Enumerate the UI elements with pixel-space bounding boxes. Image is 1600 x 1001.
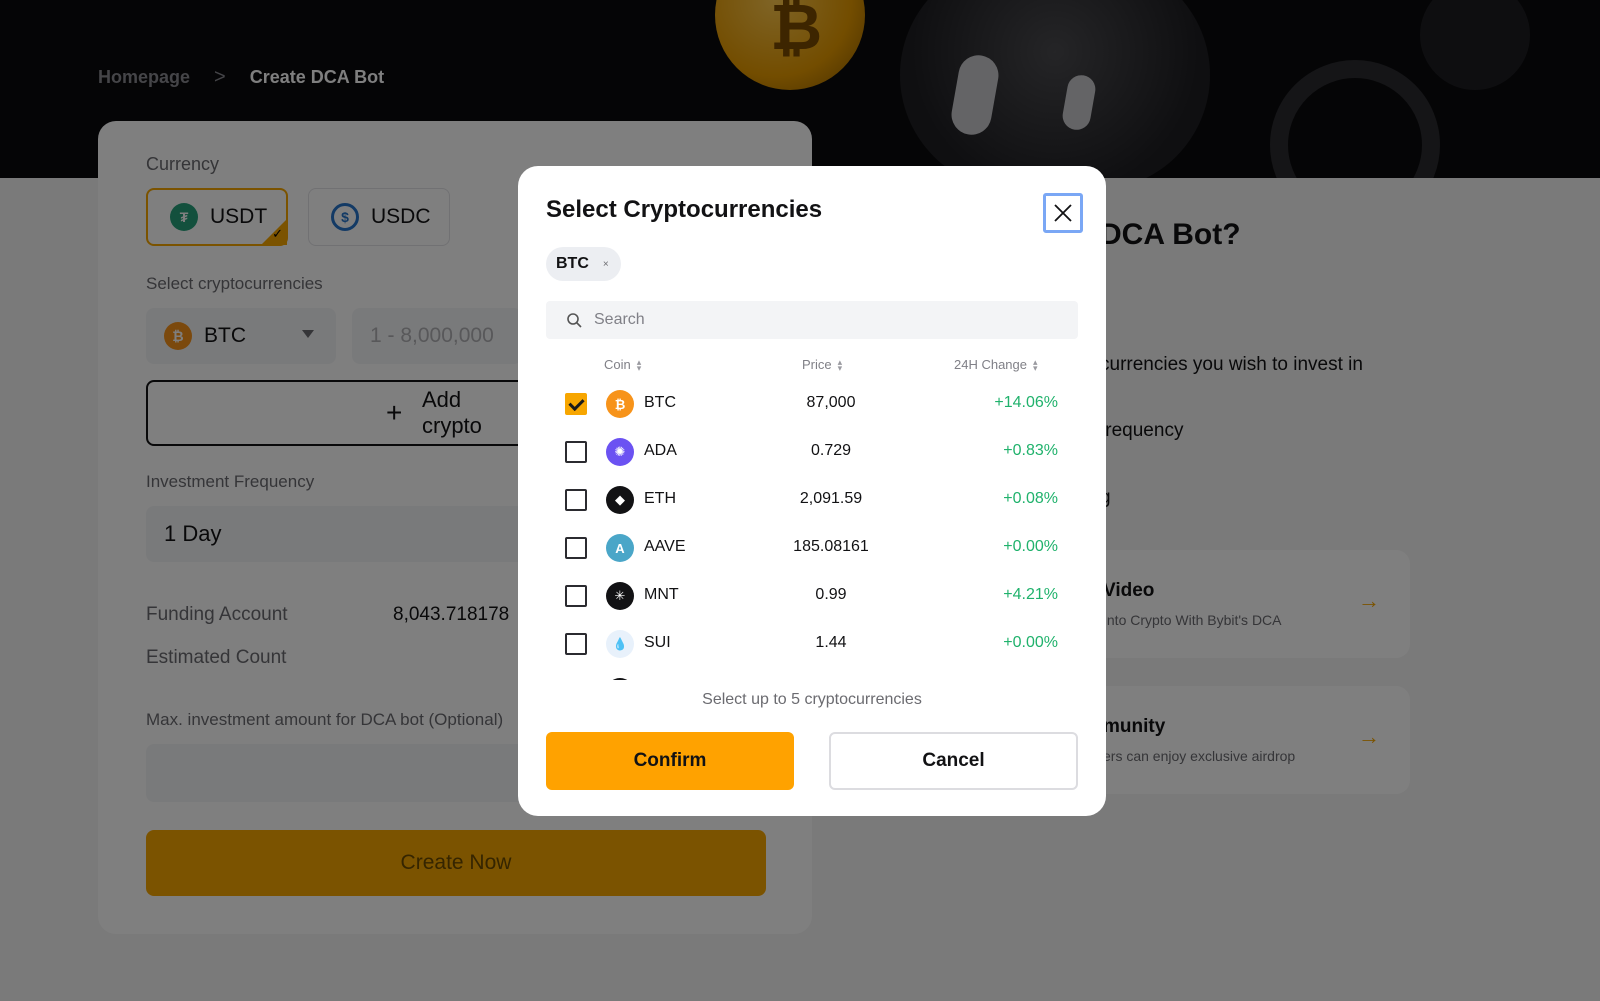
coin-24h-change: +0.08% <box>1003 490 1058 507</box>
coin-symbol: AAVE <box>644 538 686 555</box>
mantle-icon: ✳ <box>606 582 634 610</box>
coin-row-mnt[interactable]: ✳ MNT 0.99 +4.21% <box>546 572 1078 620</box>
coin-row-ada[interactable]: ✺ ADA 0.729 +0.83% <box>546 428 1078 476</box>
sui-icon: 💧 <box>606 630 634 658</box>
coin-symbol: BTC <box>644 394 676 411</box>
coin-checkbox[interactable] <box>565 441 587 463</box>
close-icon <box>1054 204 1072 222</box>
sort-icon: ▴ ▾ <box>636 356 642 373</box>
coin-price: 0.729 <box>810 442 852 459</box>
selection-limit-hint: Select up to 5 cryptocurrencies <box>702 691 922 708</box>
coin-24h-change: +0.00% <box>1003 538 1058 555</box>
column-price-label: Price <box>802 357 832 372</box>
column-change-label: 24H Change <box>954 357 1027 372</box>
coin-24h-change: +0.83% <box>1003 442 1058 459</box>
coin-list: ₿ BTC 87,000 +14.06% ✺ ADA 0.729 +0.83% ◆ ETH 2,09… <box>546 380 1078 680</box>
aptos-icon: ≡ <box>606 678 634 680</box>
coin-symbol: MNT <box>644 586 679 603</box>
close-button[interactable] <box>1043 193 1083 233</box>
coin-checkbox[interactable] <box>565 393 587 415</box>
coin-table-header: Coin ▴ ▾ Price ▴ ▾ 24H Change ▴ ▾ <box>546 354 1078 378</box>
coin-row-sui[interactable]: 💧 SUI 1.44 +0.00% <box>546 620 1078 668</box>
search-input[interactable]: Search <box>546 301 1078 339</box>
coin-price: 2,091.59 <box>799 490 863 507</box>
cardano-icon: ✺ <box>606 438 634 466</box>
coin-price: 1.44 <box>815 634 847 651</box>
select-crypto-modal: Select Cryptocurrencies BTC × Search Coi… <box>518 166 1106 816</box>
search-icon <box>567 313 582 328</box>
coin-checkbox[interactable] <box>565 489 587 511</box>
column-coin[interactable]: Coin ▴ ▾ <box>604 357 641 372</box>
chip-label: BTC <box>556 255 589 272</box>
coin-24h-change: +14.06% <box>994 394 1058 411</box>
coin-checkbox[interactable] <box>565 585 587 607</box>
coin-checkbox[interactable] <box>565 633 587 655</box>
column-price[interactable]: Price ▴ ▾ <box>802 357 842 372</box>
chip-remove-icon[interactable]: × <box>603 259 609 270</box>
selected-coin-chip: BTC × <box>546 247 621 281</box>
coin-symbol: ETH <box>644 490 676 507</box>
confirm-button[interactable]: Confirm <box>546 732 794 790</box>
sort-icon: ▴ ▾ <box>1033 356 1038 373</box>
sort-icon: ▴ ▾ <box>837 356 843 373</box>
coin-24h-change: +4.21% <box>1003 586 1058 603</box>
search-placeholder: Search <box>594 311 645 328</box>
modal-title: Select Cryptocurrencies <box>546 196 823 223</box>
coin-price: 0.99 <box>815 586 847 603</box>
coin-price: 87,000 <box>806 394 856 411</box>
coin-row-aave[interactable]: A AAVE 185.08161 +0.00% <box>546 524 1078 572</box>
ethereum-icon: ◆ <box>606 486 634 514</box>
aave-icon: A <box>606 534 634 562</box>
coin-symbol: ADA <box>644 442 677 459</box>
coin-checkbox[interactable] <box>565 537 587 559</box>
bitcoin-icon: ₿ <box>606 390 634 418</box>
column-change[interactable]: 24H Change ▴ ▾ <box>954 357 1038 372</box>
column-coin-label: Coin <box>604 357 631 372</box>
coin-row-btc[interactable]: ₿ BTC 87,000 +14.06% <box>546 380 1078 428</box>
coin-row-eth[interactable]: ◆ ETH 2,091.59 +0.08% <box>546 476 1078 524</box>
coin-24h-change: +0.00% <box>1003 634 1058 651</box>
coin-row-apt[interactable]: ≡APT12+0.00% <box>546 668 1078 680</box>
cancel-button[interactable]: Cancel <box>829 732 1078 790</box>
coin-price: 185.08161 <box>793 538 869 555</box>
coin-symbol: SUI <box>644 634 671 651</box>
